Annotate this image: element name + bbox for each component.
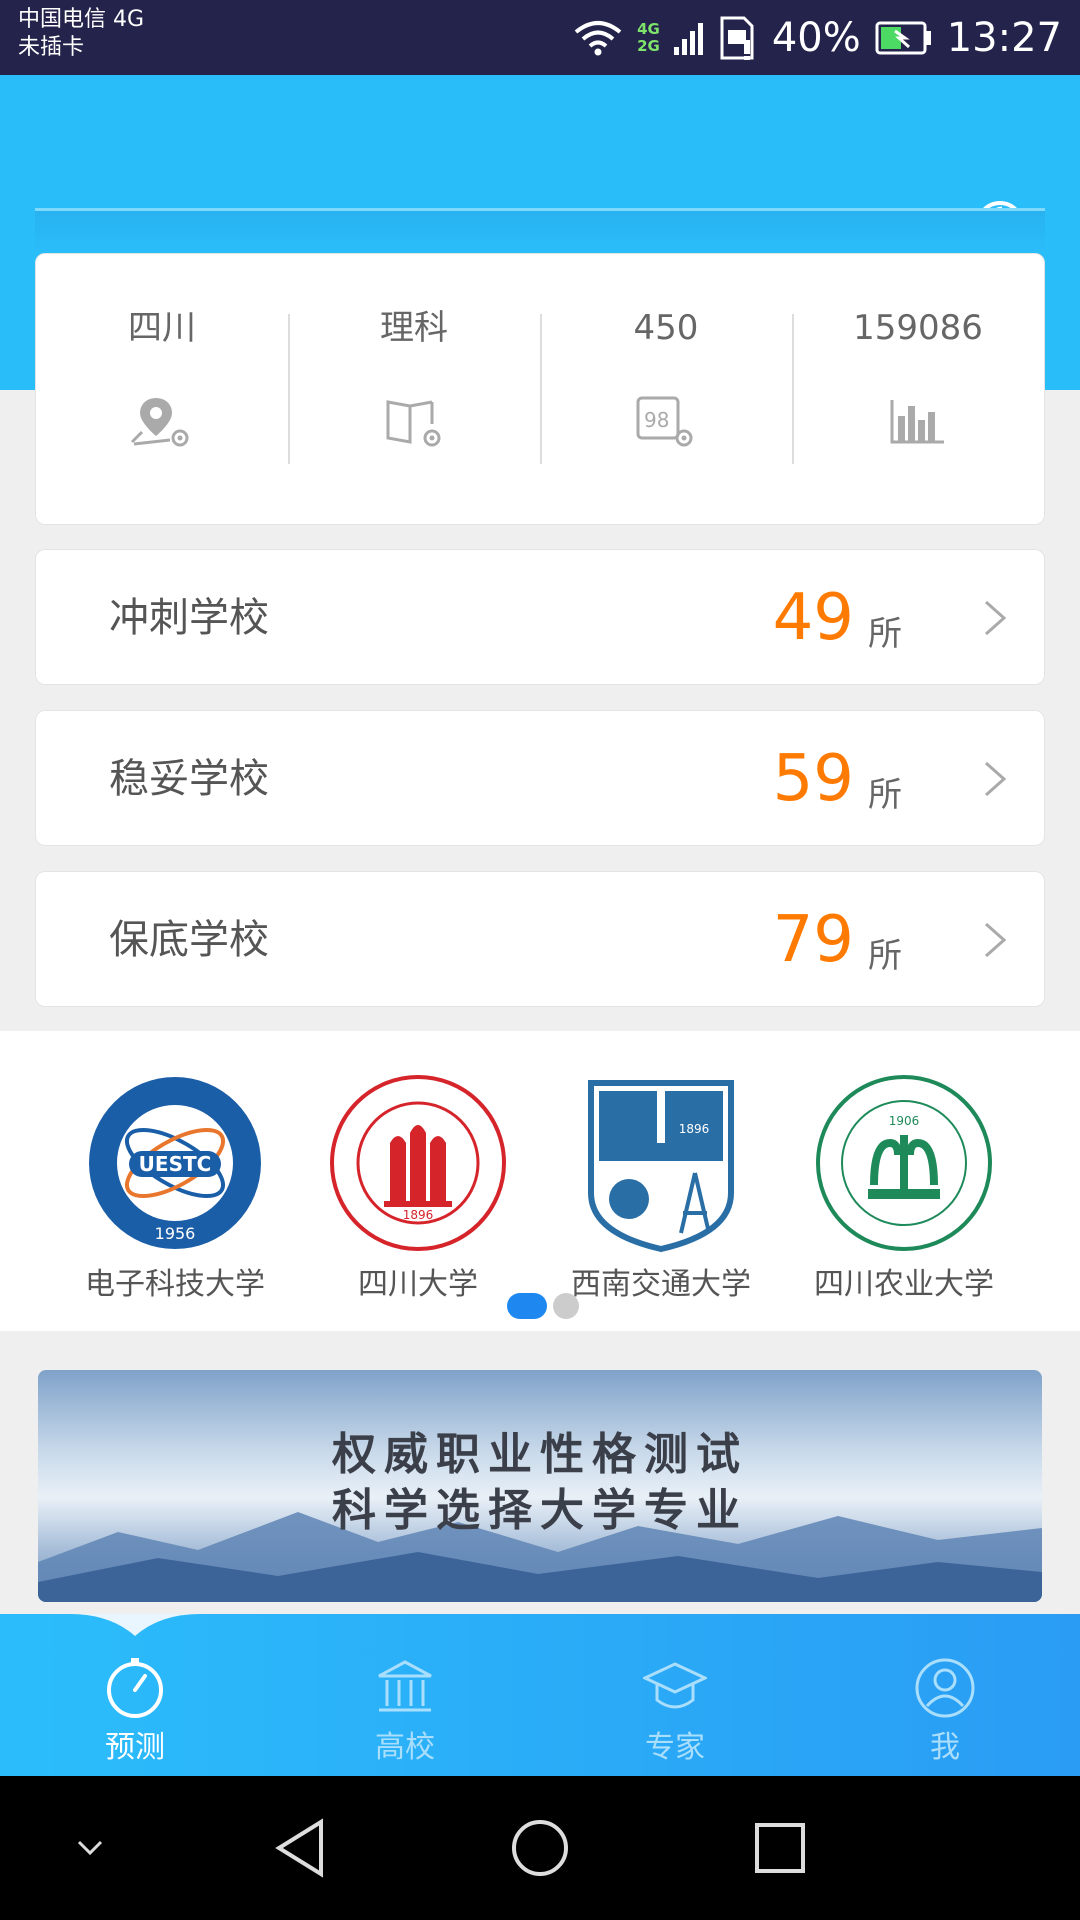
- scu-logo-year: 1896: [403, 1208, 434, 1222]
- sim-status: 未插卡: [18, 35, 85, 60]
- sicau-logo-year: 1906: [889, 1114, 920, 1128]
- building-icon: [378, 1660, 432, 1712]
- career-test-banner[interactable]: 权威职业性格测试 科学选择大学专业: [38, 1370, 1042, 1602]
- back-button[interactable]: [260, 1776, 340, 1920]
- tab-me[interactable]: 我: [845, 1614, 1045, 1776]
- uestc-logo-text: UESTC: [139, 1152, 212, 1176]
- back-triangle-icon: [275, 1818, 323, 1878]
- book-settings-icon: [386, 400, 441, 447]
- carousel-dot[interactable]: [553, 1293, 579, 1319]
- carousel-dot-active[interactable]: [507, 1293, 547, 1319]
- chevron-right-icon: [985, 600, 1007, 636]
- header-gradient: [35, 211, 1045, 253]
- university-name: 四川农业大学: [814, 1267, 994, 1302]
- rank-display[interactable]: 159086: [792, 254, 1044, 524]
- sprint-schools-row[interactable]: 冲刺学校 49 所: [35, 549, 1045, 685]
- system-navigation-bar: [0, 1776, 1080, 1920]
- home-circle-icon: [512, 1820, 568, 1876]
- province-selector[interactable]: 四川: [36, 254, 288, 524]
- tab-predict[interactable]: 预测: [35, 1614, 235, 1776]
- collapse-button[interactable]: [60, 1776, 120, 1920]
- net-2g-label: 2G: [637, 36, 660, 55]
- carrier-name: 中国电信 4G: [18, 7, 145, 32]
- graduation-cap-icon: [643, 1662, 707, 1709]
- tab-label: 我: [930, 1730, 960, 1765]
- swjtu-logo-icon: 1896: [588, 1080, 734, 1253]
- carousel-indicator: [507, 1293, 579, 1319]
- university-name: 西南交通大学: [571, 1267, 751, 1302]
- university-item[interactable]: 1896 西南交通大学: [546, 1073, 776, 1303]
- sim-alert-icon: [720, 16, 754, 60]
- tab-label: 高校: [375, 1730, 435, 1765]
- gauge-icon: [107, 1658, 163, 1718]
- chevron-right-icon: [985, 761, 1007, 797]
- row-label: 稳妥学校: [109, 756, 269, 802]
- row-label: 保底学校: [109, 917, 269, 963]
- subject-selector[interactable]: 理科: [288, 254, 540, 524]
- tab-universities[interactable]: 高校: [305, 1614, 505, 1776]
- score-info-card: 四川 理科 450 98 159086: [35, 253, 1045, 525]
- sicau-logo-icon: 1906: [816, 1075, 992, 1251]
- scu-logo-icon: 1896: [330, 1075, 506, 1251]
- wifi-icon: [574, 20, 622, 55]
- tab-experts[interactable]: 专家: [575, 1614, 775, 1776]
- net-4g-label: 4G: [637, 19, 660, 38]
- uestc-logo-icon: UESTC 1956: [89, 1077, 261, 1249]
- row-count: 79: [772, 903, 854, 977]
- university-name: 电子科技大学: [85, 1267, 265, 1302]
- user-icon: [915, 1658, 975, 1718]
- backup-schools-row[interactable]: 保底学校 79 所: [35, 871, 1045, 1007]
- signal-icon: [673, 22, 703, 55]
- university-item[interactable]: 1896 四川大学: [303, 1073, 533, 1303]
- university-item[interactable]: 1906 四川农业大学: [789, 1073, 1019, 1303]
- network-type: 4G 2G: [637, 19, 660, 55]
- row-count: 59: [772, 742, 854, 816]
- chevron-down-icon: [77, 1840, 103, 1856]
- subject-value: 理科: [380, 308, 448, 348]
- uestc-logo-year: 1956: [155, 1224, 196, 1243]
- rank-value: 159086: [853, 308, 983, 348]
- home-button[interactable]: [500, 1776, 580, 1920]
- status-bar: 中国电信 4G 未插卡 4G 2G 40% 13:27: [0, 0, 1080, 75]
- banner-title: 权威职业性格测试: [332, 1429, 748, 1480]
- battery-icon: [875, 21, 931, 54]
- row-unit: 所: [868, 614, 902, 654]
- row-count: 49: [772, 581, 854, 655]
- university-carousel[interactable]: UESTC 1956 电子科技大学 1896 四川大学 1896 西南交通大学: [0, 1031, 1080, 1331]
- battery-percent: 40%: [771, 14, 861, 61]
- recents-button[interactable]: [740, 1776, 820, 1920]
- carrier-info: 中国电信 4G 未插卡: [18, 6, 144, 62]
- tab-label: 专家: [645, 1730, 705, 1765]
- bottom-tab-bar: 预测 高校 专家 我: [0, 1614, 1080, 1776]
- bar-chart-icon: [890, 400, 944, 444]
- row-label: 冲刺学校: [109, 595, 269, 641]
- chevron-right-icon: [985, 922, 1007, 958]
- row-unit: 所: [868, 775, 902, 815]
- safe-schools-row[interactable]: 稳妥学校 59 所: [35, 710, 1045, 846]
- score-selector[interactable]: 450 98: [540, 254, 792, 524]
- svg-text:98: 98: [644, 408, 669, 432]
- university-item[interactable]: UESTC 1956 电子科技大学: [60, 1073, 290, 1303]
- swjtu-logo-year: 1896: [679, 1122, 710, 1136]
- university-name: 四川大学: [358, 1267, 478, 1302]
- recents-square-icon: [755, 1823, 805, 1873]
- score-value: 450: [633, 308, 699, 348]
- banner-subtitle: 科学选择大学专业: [332, 1485, 748, 1536]
- score-settings-icon: 98: [636, 396, 693, 447]
- province-value: 四川: [128, 308, 196, 348]
- location-settings-icon: [130, 398, 189, 447]
- clock: 13:27: [946, 14, 1062, 61]
- row-unit: 所: [868, 936, 902, 976]
- tab-label: 预测: [105, 1730, 165, 1765]
